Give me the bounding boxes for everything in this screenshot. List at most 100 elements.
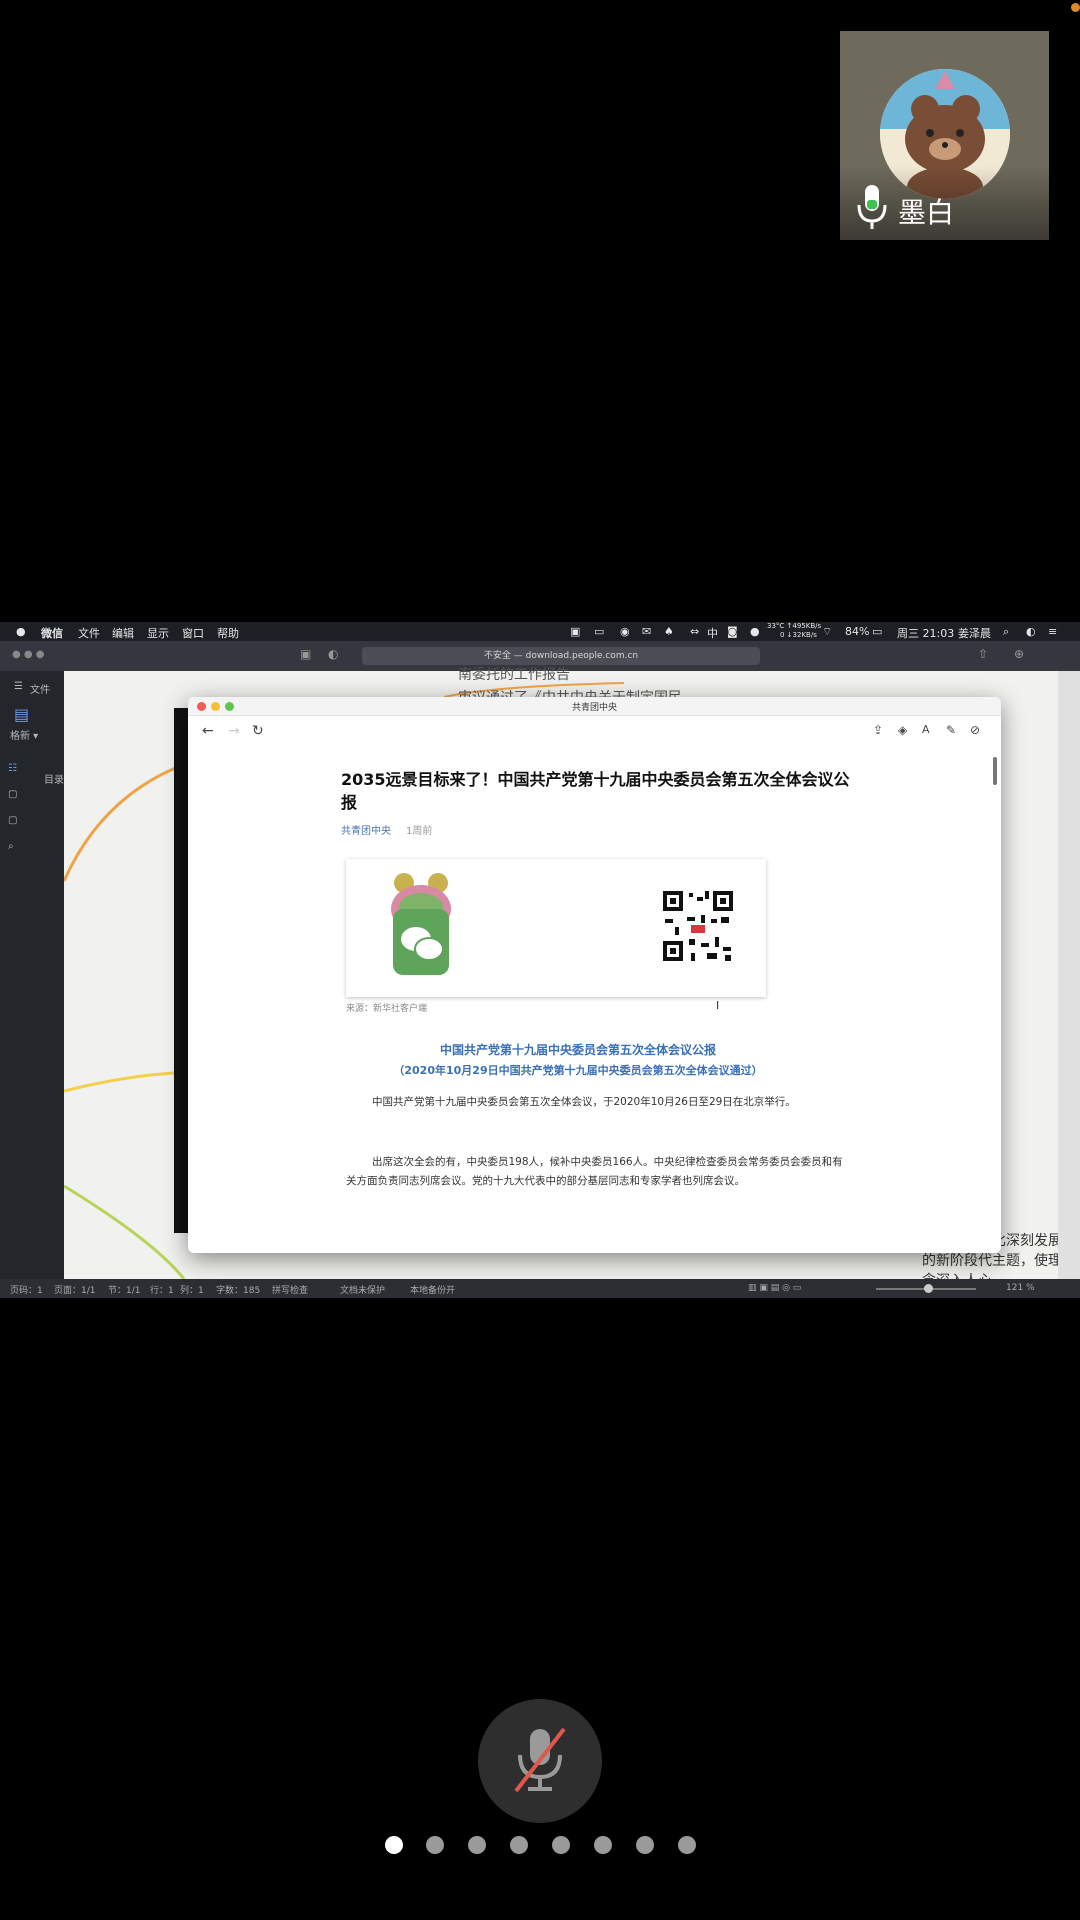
page-dot-4[interactable] xyxy=(510,1836,528,1854)
wifi-icon[interactable]: ⌔ xyxy=(822,625,832,639)
mac-menubar: ● 微信 文件 编辑 显示 窗口 帮助 ▣ ▭ ◉ ✉ ♠ ⇔ 中 ◙ ● 33… xyxy=(0,622,1080,641)
input-method-icon[interactable]: 中 xyxy=(707,625,718,641)
window-titlebar: 共青团中央 xyxy=(188,697,1001,716)
sync-icon[interactable]: ◙ xyxy=(727,625,738,638)
left-app-tool-label[interactable]: 格新 ▾ xyxy=(10,727,38,742)
status-section: 节：1/1 xyxy=(108,1286,141,1296)
mic-off-icon xyxy=(514,1727,566,1793)
mute-toggle-button[interactable] xyxy=(478,1699,602,1823)
qr-code-image xyxy=(661,889,735,963)
article-banner-image[interactable] xyxy=(346,859,766,997)
left-app-file-label[interactable]: 文件 xyxy=(30,681,50,696)
background-dark-window xyxy=(174,708,188,1233)
page-dot-1[interactable] xyxy=(385,1836,403,1854)
window-title: 共青团中央 xyxy=(571,703,617,713)
article-window: 共青团中央 ← → ↻ ⇪ ◈ A ✎ ⊘ 2035远景目标来了！中国共产党第十… xyxy=(188,697,1001,1253)
search-icon[interactable]: ⌕ xyxy=(8,841,14,852)
siri-icon[interactable]: ◐ xyxy=(1026,625,1036,638)
page-dot-2[interactable] xyxy=(426,1836,444,1854)
shared-screen: ● 微信 文件 编辑 显示 窗口 帮助 ▣ ▭ ◉ ✉ ♠ ⇔ 中 ◙ ● 33… xyxy=(0,622,1080,1298)
view-mode-icon[interactable]: ▥ ▣ ▤ ◎ ▭ xyxy=(748,1283,801,1293)
menu-edit[interactable]: 编辑 xyxy=(112,625,134,641)
menubar-clock[interactable]: 周三 21:03 xyxy=(897,625,954,641)
window-controls-icon[interactable]: ● ● ● xyxy=(12,649,45,660)
page-icon[interactable]: ▢ xyxy=(8,789,17,800)
document-heading: 中国共产党第十九届中央委员会第五次全体会议公报 xyxy=(439,1043,716,1057)
apple-icon[interactable]: ● xyxy=(16,625,26,638)
paste-icon[interactable]: ▤ xyxy=(14,705,29,724)
status-backup[interactable]: 本地备份开 xyxy=(410,1283,455,1296)
status-spellcheck[interactable]: 拼写检查 xyxy=(272,1283,308,1296)
qq-icon[interactable]: ♠ xyxy=(664,625,674,638)
tabs-icon[interactable]: ⊕ xyxy=(1014,647,1024,661)
page-dot-7[interactable] xyxy=(636,1836,654,1854)
control-center-icon[interactable]: ≡ xyxy=(1048,625,1057,638)
mascot-wechat-logo xyxy=(391,873,451,975)
status-protection[interactable]: 文档未保护 xyxy=(340,1283,385,1296)
page-dot-8[interactable] xyxy=(678,1836,696,1854)
status-pages: 页面：1/1 xyxy=(54,1286,96,1296)
menu-file[interactable]: 文件 xyxy=(78,625,100,641)
shield-icon[interactable]: ▣ xyxy=(300,647,311,661)
article-paragraph: 出席这次全会的有，中央委员198人，候补中央委员166人。中央纪律检查委员会常务… xyxy=(346,1156,843,1187)
zoom-slider-knob[interactable] xyxy=(924,1284,933,1293)
article-title: 2035远景目标来了！中国共产党第十九届中央委员会第五次全体会议公报 xyxy=(341,770,850,812)
participant-video-tile[interactable]: 墨白 xyxy=(840,31,1049,240)
article-time: 1周前 xyxy=(406,826,433,837)
outline-icon[interactable]: ☷ xyxy=(8,763,17,774)
bookmark-icon[interactable]: ▢ xyxy=(8,815,17,826)
page-indicator xyxy=(0,1835,1080,1855)
forward-arrow-icon[interactable]: → xyxy=(228,723,240,739)
back-arrow-icon[interactable]: ← xyxy=(202,723,214,739)
battery-icon[interactable]: ▭ xyxy=(872,625,882,638)
spotlight-search-icon[interactable]: ⌕ xyxy=(1003,625,1009,639)
menu-help[interactable]: 帮助 xyxy=(217,625,239,641)
compass-icon[interactable]: ⊘ xyxy=(970,723,980,737)
network-speed-down: 0 ↓32KB/s xyxy=(780,631,817,639)
background-url-bar[interactable]: 不安全 — download.people.com.cn xyxy=(362,647,760,665)
mindmap-node-text-1: 南委托的工作报告 xyxy=(458,667,570,683)
image-caption: 来源：新华社客户端 xyxy=(346,1004,428,1014)
edit-pen-icon[interactable]: ✎ xyxy=(946,723,956,737)
clipboard-icon[interactable]: ⇔ xyxy=(690,625,699,638)
status-col: 列：1 xyxy=(180,1286,204,1296)
participant-name: 墨白 xyxy=(898,196,955,229)
status-page: 页码：1 xyxy=(10,1286,43,1296)
article-author[interactable]: 共青团中央 xyxy=(341,822,391,837)
status-row: 行：1 xyxy=(150,1286,174,1296)
left-app-section: 目录 xyxy=(44,775,64,786)
word-icon[interactable]: ▣ xyxy=(570,625,580,638)
document-scrollbar[interactable] xyxy=(1058,671,1080,1279)
mic-on-icon xyxy=(857,185,887,229)
document-statusbar: 页码：1 页面：1/1 节：1/1 行：1 列：1 字数：185 拼写检查 文档… xyxy=(0,1279,1080,1298)
share-icon[interactable]: ⇧ xyxy=(978,647,988,661)
article-content: 2035远景目标来了！中国共产党第十九届中央委员会第五次全体会议公报 共青团中央… xyxy=(188,749,1001,1253)
article-paragraph: 中国共产党第十九届中央委员会第五次全体会议，于2020年10月26日至29日在北… xyxy=(372,1096,796,1108)
media-icon[interactable]: ◉ xyxy=(620,625,630,638)
network-speed-up: 33°C ↑495KB/s xyxy=(767,622,822,630)
page-dot-6[interactable] xyxy=(594,1836,612,1854)
screen-icon[interactable]: ▭ xyxy=(594,625,604,638)
article-navbar: ← → ↻ ⇪ ◈ A ✎ ⊘ xyxy=(188,715,1001,749)
cube-icon[interactable]: ◈ xyxy=(898,723,907,737)
page-dot-3[interactable] xyxy=(468,1836,486,1854)
status-wordcount: 字数：185 xyxy=(216,1286,261,1296)
share-icon[interactable]: ⇪ xyxy=(873,723,883,737)
refresh-icon[interactable]: ↻ xyxy=(252,723,264,739)
font-size-icon[interactable]: A xyxy=(922,723,930,736)
menubar-user[interactable]: 姜泽晨 xyxy=(958,625,991,641)
status-indicator-dot xyxy=(1071,3,1080,12)
battery-percent: 84% xyxy=(845,625,870,638)
reader-icon[interactable]: ◐ xyxy=(328,647,338,661)
page-dot-5[interactable] xyxy=(552,1836,570,1854)
menu-icon[interactable]: ☰ xyxy=(14,681,23,692)
status-tray-icon[interactable]: ● xyxy=(750,625,760,638)
document-subheading: （2020年10月29日中国共产党第十九届中央委员会第五次全体会议通过） xyxy=(393,1064,763,1077)
zoom-level: 121 % xyxy=(1006,1283,1035,1293)
menu-view[interactable]: 显示 xyxy=(147,625,169,641)
wechat-tray-icon[interactable]: ✉ xyxy=(642,625,651,638)
menu-app-wechat[interactable]: 微信 xyxy=(41,625,63,641)
text-cursor-icon: I xyxy=(716,999,720,1012)
left-app-sidebar: ☰ 文件 ▤ 格新 ▾ ☷ 目录 ▢ ▢ ⌕ xyxy=(0,671,64,1296)
menu-window[interactable]: 窗口 xyxy=(182,625,204,641)
